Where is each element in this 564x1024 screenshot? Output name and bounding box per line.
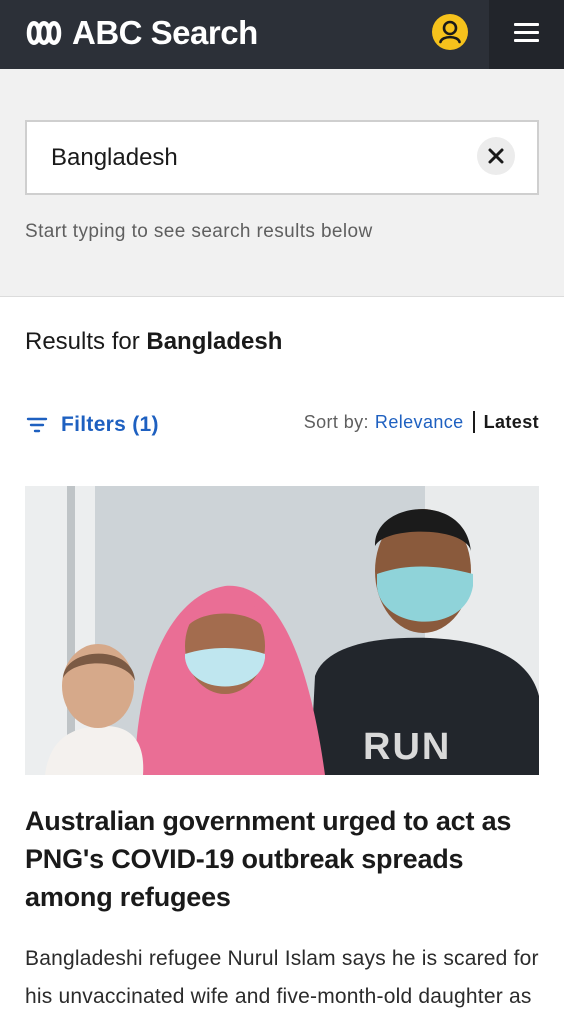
search-panel: Start typing to see search results below [0,69,564,297]
filter-icon [26,417,48,433]
hamburger-menu-icon [514,23,539,26]
sort-control: Sort by: Relevance Latest [304,411,539,433]
top-nav-bar: ABC Search [0,0,564,69]
brand-title: ABC Search [72,14,258,51]
filters-label: Filters (1) [61,413,159,436]
article-image[interactable]: RUN [25,486,539,775]
hamburger-line [514,39,539,42]
sort-latest-option[interactable]: Latest [484,412,539,433]
abc-lissajous-icon [26,21,62,45]
account-button[interactable] [432,14,468,50]
article-photo: RUN [25,486,539,775]
filters-button[interactable]: Filters (1) [25,410,159,440]
hamburger-line [514,31,539,34]
search-box [25,120,539,195]
search-input[interactable] [51,140,471,176]
results-prefix: Results for [25,328,147,355]
search-hint: Start typing to see search results below [25,221,373,242]
results-query: Bangladesh [146,328,283,355]
clear-search-button[interactable] [477,137,515,175]
close-icon [488,148,504,164]
sort-divider [472,411,475,433]
abc-logo[interactable]: ABC Search [26,14,258,52]
shirt-text: RUN [363,726,451,768]
menu-button[interactable] [489,0,564,69]
article-title[interactable]: Australian government urged to act as PN… [25,802,545,916]
user-account-icon [439,20,461,44]
article-description: Bangladeshi refugee Nurul Islam says he … [25,947,539,1024]
results-heading: Results for Bangladesh [25,328,282,356]
sort-relevance-option[interactable]: Relevance [375,412,464,433]
sort-label: Sort by: [303,411,369,432]
